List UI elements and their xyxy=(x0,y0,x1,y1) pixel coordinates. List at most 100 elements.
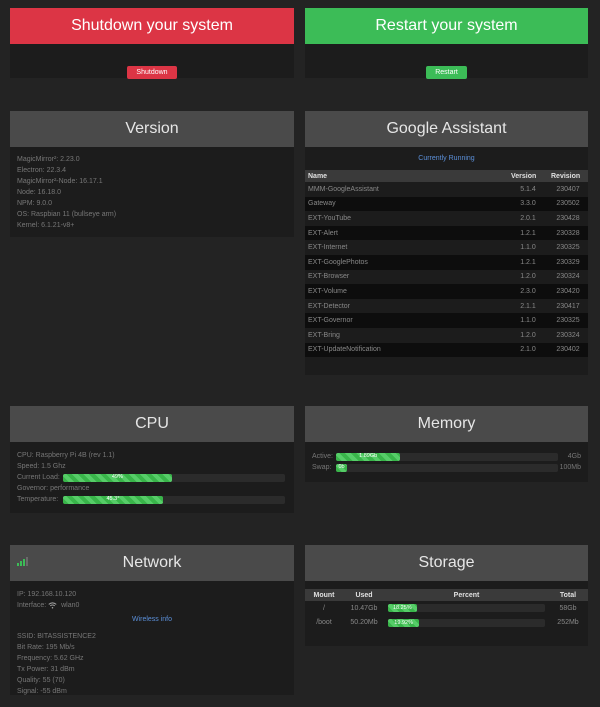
wireless-line: Signal: -55 dBm xyxy=(17,688,67,695)
assistant-title: Google Assistant xyxy=(305,111,588,147)
network-interface-label: Interface: xyxy=(17,602,47,609)
assistant-cell-revision: 230502 xyxy=(548,196,588,212)
assistant-card: Google Assistant Currently Running Name … xyxy=(305,111,588,375)
memory-active-label: Active: xyxy=(312,453,334,460)
assistant-cell-name: EXT-Bring xyxy=(305,327,508,343)
cpu-model: CPU: Raspberry Pi 4B (rev 1.1) xyxy=(17,452,115,459)
assistant-row: EXT-Internet 1.1.0 230325 xyxy=(305,240,588,255)
assistant-row: EXT-UpdateNotification 2.1.0 230402 xyxy=(305,342,588,358)
cpu-temp-bar: 45.3° xyxy=(63,495,285,504)
wireless-line: Quality: 55 (70) xyxy=(17,677,65,684)
assistant-cell-version: 1.2.1 xyxy=(508,254,548,270)
assistant-cell-version: 1.1.0 xyxy=(508,313,548,328)
network-interface-value: wlan0 xyxy=(61,602,80,609)
cpu-speed: Speed: 1.5 Ghz xyxy=(17,463,66,470)
wireless-line: Frequency: 5.62 GHz xyxy=(17,655,84,662)
assistant-cell-revision: 230402 xyxy=(548,342,588,358)
assistant-status: Currently Running xyxy=(418,155,475,162)
assistant-cell-version: 3.3.0 xyxy=(508,196,548,212)
version-line: Kernel: 6.1.21-v8+ xyxy=(17,222,75,229)
assistant-cell-name: Gateway xyxy=(305,196,508,212)
assistant-cell-name: EXT-Browser xyxy=(305,269,508,285)
assistant-cell-name: EXT-Detector xyxy=(305,298,508,314)
shutdown-button[interactable]: Shutdown xyxy=(127,66,177,79)
storage-mount: / xyxy=(323,604,325,612)
restart-card: Restart your system Restart xyxy=(305,8,588,79)
cpu-load-row: Current Load: 49% xyxy=(17,472,287,483)
col-used: Used xyxy=(343,589,385,601)
memory-swap-row: Swap: 0b 100Mb xyxy=(312,462,581,473)
assistant-cell-name: MMM-GoogleAssistant xyxy=(305,182,508,197)
storage-card: Storage Mount Used Percent Total / 10.47G… xyxy=(305,545,588,646)
version-line: MagicMirror²: 2.23.0 xyxy=(17,156,80,163)
assistant-cell-name: EXT-Governor xyxy=(305,313,508,328)
storage-used: 50.20Mb xyxy=(350,619,378,627)
assistant-cell-revision: 230428 xyxy=(548,211,588,226)
assistant-row: EXT-Alert 1.2.1 230328 xyxy=(305,225,588,241)
network-interface: Interface: wlan0 xyxy=(17,600,287,611)
cpu-load-label: Current Load: xyxy=(17,474,60,481)
assistant-row: EXT-YouTube 2.0.1 230428 xyxy=(305,211,588,226)
storage-mount: /boot xyxy=(316,619,332,627)
cpu-temp-text: 45.3° xyxy=(106,496,120,502)
storage-title: Storage xyxy=(305,545,588,581)
memory-active-total: 4Gb xyxy=(567,453,581,460)
cpu-card: CPU CPU: Raspberry Pi 4B (rev 1.1) Speed… xyxy=(10,406,294,513)
assistant-cell-version: 2.3.0 xyxy=(508,284,548,299)
col-total: Total xyxy=(548,589,588,601)
assistant-row: Gateway 3.3.0 230502 xyxy=(305,196,588,212)
assistant-cell-revision: 230417 xyxy=(548,298,588,314)
storage-rows: / 10.47Gb 18.25% 58Gb/boot 50.20Mb 19.92% 252M… xyxy=(305,601,588,630)
col-mount: Mount xyxy=(305,589,343,601)
assistant-row: EXT-Detector 2.1.1 230417 xyxy=(305,298,588,314)
assistant-cell-version: 1.2.0 xyxy=(508,327,548,343)
storage-percent-cell: 19.92% xyxy=(385,616,548,631)
restart-button[interactable]: Restart xyxy=(426,66,467,79)
storage-percent-text: 19.92% xyxy=(394,619,413,626)
assistant-cell-revision: 230329 xyxy=(548,254,588,270)
assistant-cell-version: 1.1.0 xyxy=(508,240,548,255)
assistant-row: MMM-GoogleAssistant 5.1.4 230407 xyxy=(305,182,588,197)
version-line: Electron: 22.3.4 xyxy=(17,167,67,174)
cpu-load-text: 49% xyxy=(111,474,123,480)
memory-active-bar: 1.89Gb xyxy=(336,452,558,461)
assistant-cell-revision: 230407 xyxy=(548,182,588,197)
assistant-cell-version: 5.1.4 xyxy=(508,182,548,197)
version-line: MagicMirror²-Node: 16.17.1 xyxy=(17,178,103,185)
signal-strength-icon xyxy=(17,557,28,566)
assistant-cell-name: EXT-Alert xyxy=(305,225,508,241)
assistant-cell-version: 2.1.0 xyxy=(508,342,548,358)
assistant-row: EXT-Bring 1.2.0 230324 xyxy=(305,327,588,343)
col-revision: Revision xyxy=(548,170,588,182)
storage-table: Mount Used Percent Total / 10.47Gb 18.25% 5… xyxy=(305,589,588,630)
col-name: Name xyxy=(305,170,508,182)
cpu-governor: Governor: performance xyxy=(17,485,90,492)
version-list: MagicMirror²: 2.23.0 Electron: 22.3.4 Ma… xyxy=(10,147,294,235)
assistant-cell-name: EXT-Internet xyxy=(305,240,508,255)
assistant-row: EXT-GooglePhotos 1.2.1 230329 xyxy=(305,254,588,270)
assistant-cell-name: EXT-YouTube xyxy=(305,211,508,226)
assistant-cell-version: 2.0.1 xyxy=(508,211,548,226)
network-card: Network IP: 192.168.10.120 Interface: wl… xyxy=(10,545,294,695)
storage-row: / 10.47Gb 18.25% 58Gb xyxy=(305,601,588,616)
assistant-rows: MMM-GoogleAssistant 5.1.4 230407 Gateway 3.3… xyxy=(305,182,588,358)
storage-percent-cell: 18.25% xyxy=(385,601,548,616)
assistant-cell-name: EXT-Volume xyxy=(305,284,508,299)
assistant-row: EXT-Volume 2.3.0 230420 xyxy=(305,284,588,299)
assistant-cell-version: 2.1.1 xyxy=(508,298,548,314)
cpu-title: CPU xyxy=(10,406,294,442)
cpu-temp-label: Temperature: xyxy=(17,496,59,503)
assistant-cell-revision: 230324 xyxy=(548,269,588,285)
memory-swap-total: 100Mb xyxy=(559,464,581,471)
storage-total: 58Gb xyxy=(559,604,577,612)
assistant-table: Name Version Revision MMM-GoogleAssistan… xyxy=(305,170,588,358)
network-title: Network xyxy=(10,545,294,581)
assistant-cell-revision: 230328 xyxy=(548,225,588,241)
network-ip: IP: 192.168.10.120 xyxy=(17,591,77,598)
memory-active-text: 1.89Gb xyxy=(359,453,378,459)
wifi-icon xyxy=(48,602,57,609)
storage-percent-bar: 18.25% xyxy=(388,604,545,613)
memory-title: Memory xyxy=(305,406,588,442)
network-title-text: Network xyxy=(122,554,182,571)
restart-title: Restart your system xyxy=(305,8,588,44)
